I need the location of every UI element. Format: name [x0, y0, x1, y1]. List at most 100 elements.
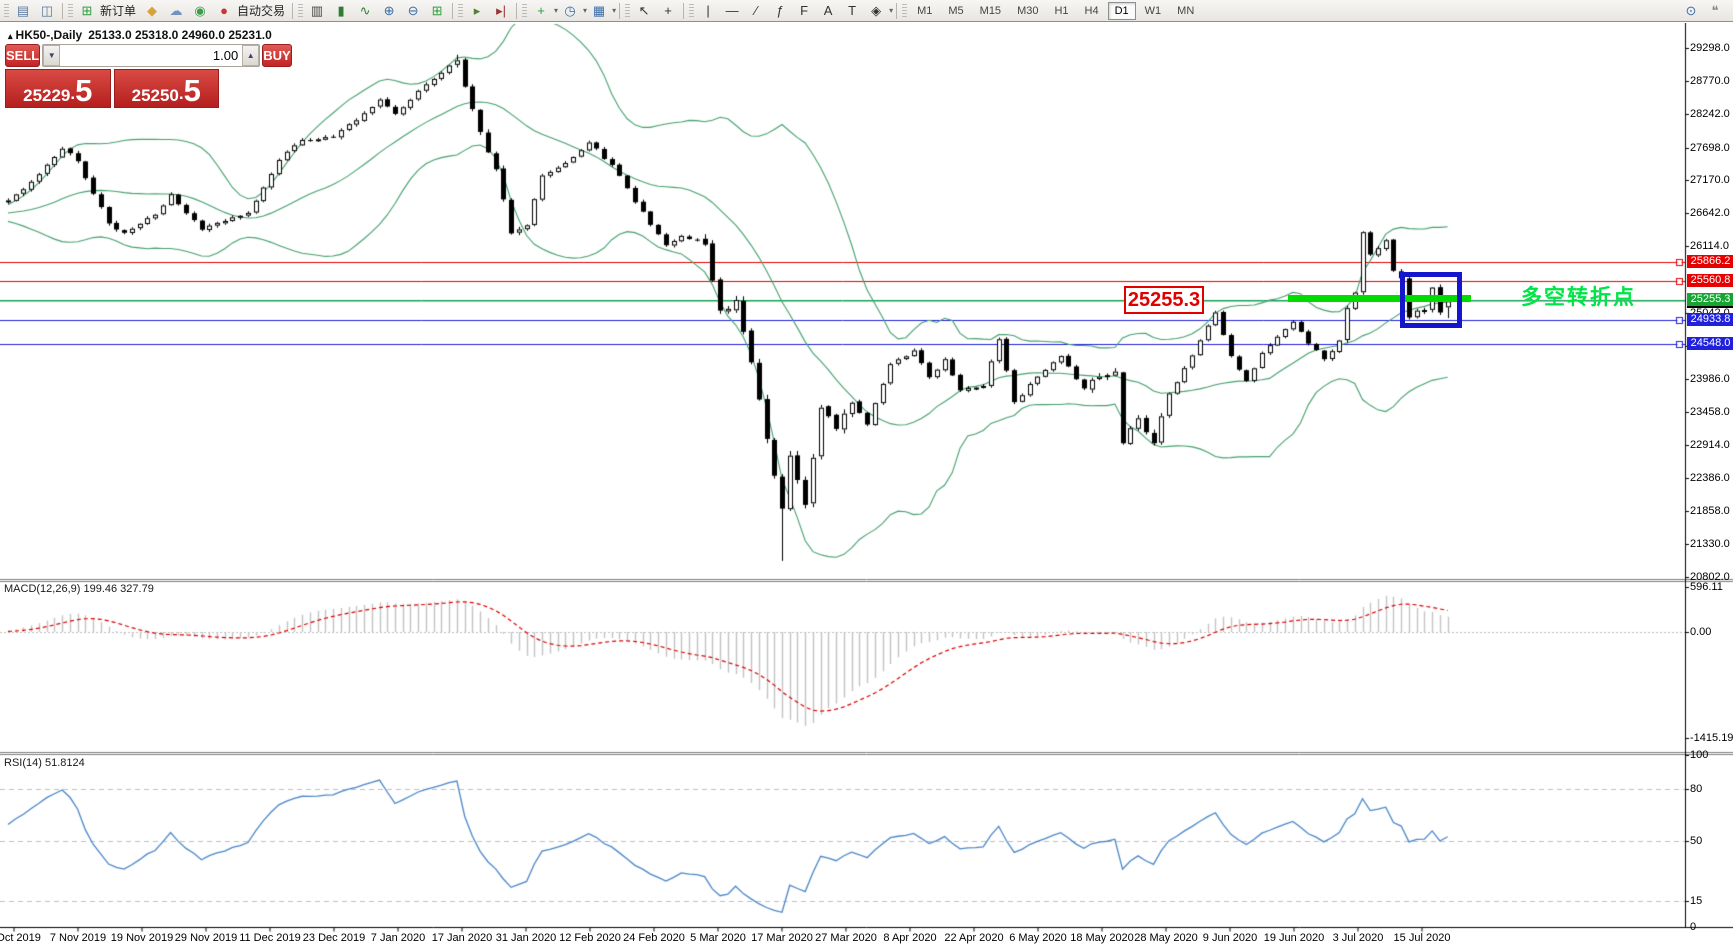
new-order-icon[interactable]: ⊞ — [75, 1, 99, 21]
macd-axis-label: -1415.19 — [1690, 732, 1733, 745]
date-label: 23 Dec 2019 — [302, 932, 366, 944]
rsi-axis-label: 80 — [1690, 783, 1703, 796]
price-tick-label: 29298.0 — [1690, 42, 1730, 54]
date-label: 24 Feb 2020 — [623, 932, 685, 944]
toolbar-right-group: ⊙ ❝ — [1679, 1, 1727, 21]
dropdown-arrow-icon[interactable]: ▾ — [612, 6, 616, 15]
timeframe-M5[interactable]: M5 — [941, 2, 970, 20]
search-icon[interactable]: ⊙ — [1679, 1, 1703, 21]
blue-highlight-rectangle[interactable] — [1400, 272, 1462, 328]
timeframe-M1[interactable]: M1 — [910, 2, 939, 20]
candlestick-chart-icon[interactable]: ▮ — [329, 1, 353, 21]
timeframe-M30[interactable]: M30 — [1010, 2, 1045, 20]
tile-windows-icon[interactable]: ⊞ — [425, 1, 449, 21]
date-label: 6 May 2020 — [1009, 932, 1067, 944]
volume-decrease-button[interactable]: ▼ — [43, 45, 61, 66]
sell-button[interactable]: SELL — [5, 44, 41, 67]
rsi-axis-label: 0 — [1690, 921, 1697, 933]
timeframe-H1[interactable]: H1 — [1047, 2, 1075, 20]
vertical-line-icon[interactable]: | — [696, 1, 720, 21]
rsi-axis-label: 100 — [1690, 749, 1709, 761]
date-label: 19 Nov 2019 — [110, 932, 174, 944]
price-level-tag: 25255.3 — [1687, 293, 1733, 307]
signals-icon[interactable]: ◉ — [188, 1, 212, 21]
price-tick-label: 23458.0 — [1690, 405, 1730, 418]
indicators-icon[interactable]: + — [529, 1, 553, 21]
macd-indicator-label: MACD(12,26,9) 199.46 327.79 — [4, 583, 154, 595]
date-label: 18 May 2020 — [1070, 932, 1134, 944]
price-tick-label: 27170.0 — [1690, 174, 1730, 187]
macd-axis-label: 0.00 — [1690, 626, 1712, 638]
templates-icon[interactable]: ▦ — [587, 1, 611, 21]
toolbar-group-handle — [522, 3, 528, 18]
periods-icon[interactable]: ◷ — [558, 1, 582, 21]
price-level-tag: 24548.0 — [1687, 337, 1733, 351]
date-label: 15 Jul 2020 — [1393, 932, 1451, 944]
top-toolbar: ▤ ◫ ⊞ 新订单 ◆ ☁ ◉ ● 自动交易 ▥ ▮ ∿ ⊕ ⊖ ⊞ ▸ ▸| + ▾ ◷ ▾ ▦ ▾ ↖ + | — ∕ ƒ F A T ◈ ▾… — [0, 0, 1733, 22]
sell-price-frac: 5 — [75, 73, 93, 108]
price-tick-label: 28242.0 — [1690, 107, 1730, 120]
line-chart-icon[interactable]: ∿ — [353, 1, 377, 21]
toolbar-group-handle — [689, 3, 695, 18]
auto-scroll-icon[interactable]: ▸ — [465, 1, 489, 21]
autotrading-icon[interactable]: ● — [212, 1, 236, 21]
price-level-tag: 25866.2 — [1687, 255, 1733, 269]
price-level-tag: 25560.8 — [1687, 274, 1733, 288]
date-label: 11 Dec 2019 — [239, 932, 301, 944]
crosshair-icon[interactable]: + — [656, 1, 680, 21]
data-window-icon[interactable]: ◫ — [35, 1, 59, 21]
market-watch-icon[interactable]: ▤ — [11, 1, 35, 21]
volume-box: ▼ ▲ — [42, 44, 261, 67]
toolbar-group-handle — [625, 3, 631, 18]
date-label: 19 Jun 2020 — [1263, 932, 1325, 944]
toolbar-group-handle — [4, 3, 9, 18]
mql5-cloud-icon[interactable]: ☁ — [164, 1, 188, 21]
price-level-tag: 24933.8 — [1687, 313, 1733, 327]
timeframe-W1[interactable]: W1 — [1138, 2, 1169, 20]
chart-shift-icon[interactable]: ▸| — [489, 1, 513, 21]
rsi-axis-label: 15 — [1690, 895, 1703, 908]
buy-price-panel[interactable]: 25250. 5 — [113, 69, 219, 108]
toolbar-separator — [516, 2, 518, 19]
price-tick-label: 23986.0 — [1690, 372, 1730, 385]
text-label-icon[interactable]: T — [840, 1, 864, 21]
timeframe-MN[interactable]: MN — [1170, 2, 1201, 20]
autotrading-label: 自动交易 — [237, 4, 286, 18]
price-tick-label: 22914.0 — [1690, 439, 1730, 452]
trendline-icon[interactable]: ∕ — [744, 1, 768, 21]
toolbar-group-handle — [458, 3, 464, 18]
collapse-triangle-icon[interactable]: ▴ — [8, 31, 13, 41]
timeframe-M15[interactable]: M15 — [973, 2, 1008, 20]
equidistant-channel-icon[interactable]: ƒ — [768, 1, 792, 21]
toolbar-separator — [683, 2, 685, 19]
volume-increase-button[interactable]: ▲ — [242, 45, 260, 66]
date-label: 7 Nov 2019 — [49, 932, 107, 944]
timeframe-H4[interactable]: H4 — [1078, 2, 1106, 20]
toolbar-separator — [452, 2, 454, 19]
turning-point-note[interactable]: 多空转折点 — [1521, 281, 1636, 311]
cursor-icon[interactable]: ↖ — [632, 1, 656, 21]
price-callout[interactable]: 25255.3 — [1124, 286, 1204, 314]
chat-icon[interactable]: ❝ — [1703, 1, 1727, 21]
chart-canvas[interactable] — [0, 23, 1733, 949]
zoom-out-icon[interactable]: ⊖ — [401, 1, 425, 21]
date-label: 17 Mar 2020 — [751, 932, 813, 944]
metaeditor-icon[interactable]: ◆ — [140, 1, 164, 21]
bar-chart-icon[interactable]: ▥ — [305, 1, 329, 21]
timeframe-D1[interactable]: D1 — [1107, 1, 1136, 20]
toolbar-separator — [62, 2, 63, 19]
zoom-in-icon[interactable]: ⊕ — [377, 1, 401, 21]
dropdown-arrow-icon[interactable]: ▾ — [889, 6, 893, 15]
date-label: 3 Jul 2020 — [1332, 932, 1384, 944]
buy-button[interactable]: BUY — [262, 44, 292, 67]
horizontal-line-icon[interactable]: — — [720, 1, 744, 21]
sell-price-panel[interactable]: 25229. 5 — [5, 69, 111, 108]
fibonacci-icon[interactable]: F — [792, 1, 816, 21]
price-tick-label: 22386.0 — [1690, 472, 1730, 485]
date-label: 27 Mar 2020 — [815, 932, 877, 944]
text-icon[interactable]: A — [816, 1, 840, 21]
date-label: 31 Jan 2020 — [495, 932, 557, 944]
date-label: 17 Jan 2020 — [431, 932, 493, 944]
volume-input[interactable] — [60, 45, 243, 66]
arrows-icon[interactable]: ◈ — [864, 1, 888, 21]
